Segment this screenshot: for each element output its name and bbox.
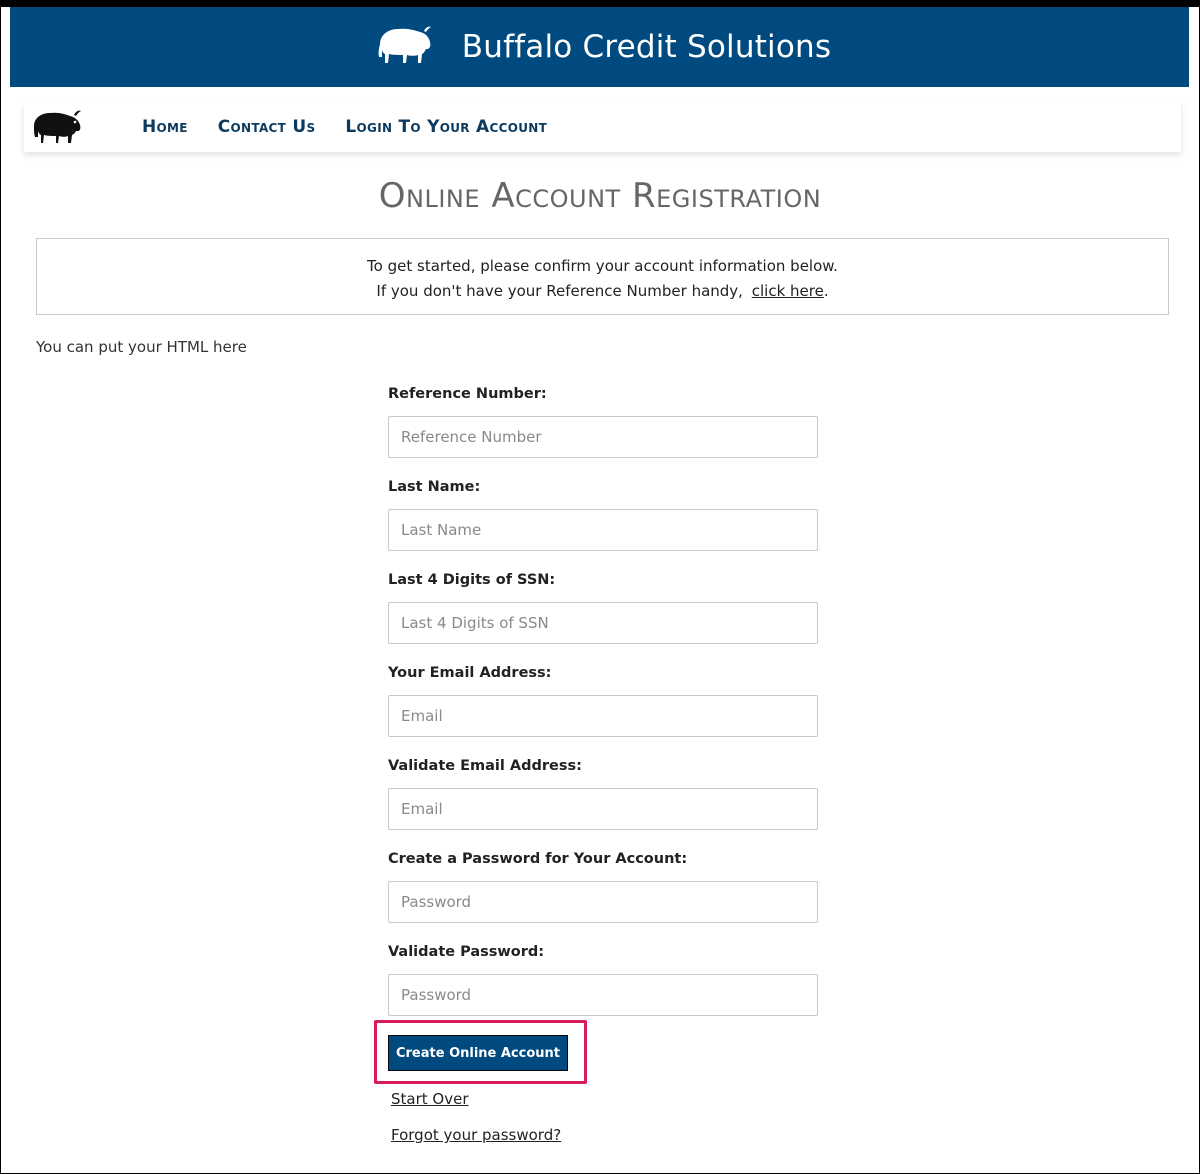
nav-login-link[interactable]: Login To Your Account bbox=[345, 117, 547, 137]
ssn-field: Last 4 Digits of SSN: bbox=[388, 570, 818, 663]
validate-email-label: Validate Email Address: bbox=[388, 758, 582, 774]
registration-form: Reference Number: Last Name: Last 4 Digi… bbox=[388, 384, 818, 1035]
create-account-button[interactable]: Create Online Account bbox=[388, 1035, 568, 1071]
password-field: Create a Password for Your Account: bbox=[388, 849, 818, 942]
validate-email-input[interactable] bbox=[388, 788, 818, 830]
nav-contact-link[interactable]: Contact Us bbox=[218, 117, 316, 137]
nav-home-link[interactable]: Home bbox=[142, 117, 188, 137]
nav-links: Home Contact Us Login To Your Account bbox=[142, 102, 547, 152]
page-title: Online Account Registration bbox=[378, 176, 822, 216]
start-over-link[interactable]: Start Over bbox=[391, 1090, 469, 1108]
info-box: To get started, please confirm your acco… bbox=[36, 238, 1169, 315]
ssn-input[interactable] bbox=[388, 602, 818, 644]
html-placeholder-text: You can put your HTML here bbox=[36, 338, 247, 356]
info-line-1: To get started, please confirm your acco… bbox=[367, 257, 838, 275]
ssn-label: Last 4 Digits of SSN: bbox=[388, 572, 556, 588]
info-suffix: . bbox=[823, 282, 829, 300]
reference-number-input[interactable] bbox=[388, 416, 818, 458]
last-name-input[interactable] bbox=[388, 509, 818, 551]
top-banner: Buffalo Credit Solutions bbox=[10, 7, 1189, 87]
reference-number-label: Reference Number: bbox=[388, 386, 547, 402]
reference-number-field: Reference Number: bbox=[388, 384, 818, 477]
validate-password-label: Validate Password: bbox=[388, 944, 545, 960]
forgot-password-link[interactable]: Forgot your password? bbox=[391, 1126, 561, 1144]
info-line-2-container: If you don't have your Reference Number … bbox=[37, 279, 1168, 304]
info-line-2: If you don't have your Reference Number … bbox=[376, 282, 743, 300]
password-label: Create a Password for Your Account: bbox=[388, 851, 688, 867]
password-input[interactable] bbox=[388, 881, 818, 923]
buffalo-icon bbox=[374, 24, 434, 70]
email-label: Your Email Address: bbox=[388, 665, 552, 681]
click-here-link[interactable]: click here bbox=[752, 282, 824, 300]
main-navbar: Home Contact Us Login To Your Account bbox=[24, 102, 1181, 152]
last-name-label: Last Name: bbox=[388, 479, 481, 495]
brand-title: Buffalo Credit Solutions bbox=[461, 29, 832, 65]
validate-password-input[interactable] bbox=[388, 974, 818, 1016]
last-name-field: Last Name: bbox=[388, 477, 818, 570]
email-input[interactable] bbox=[388, 695, 818, 737]
buffalo-icon[interactable] bbox=[31, 109, 83, 145]
email-field: Your Email Address: bbox=[388, 663, 818, 756]
validate-email-field: Validate Email Address: bbox=[388, 756, 818, 849]
